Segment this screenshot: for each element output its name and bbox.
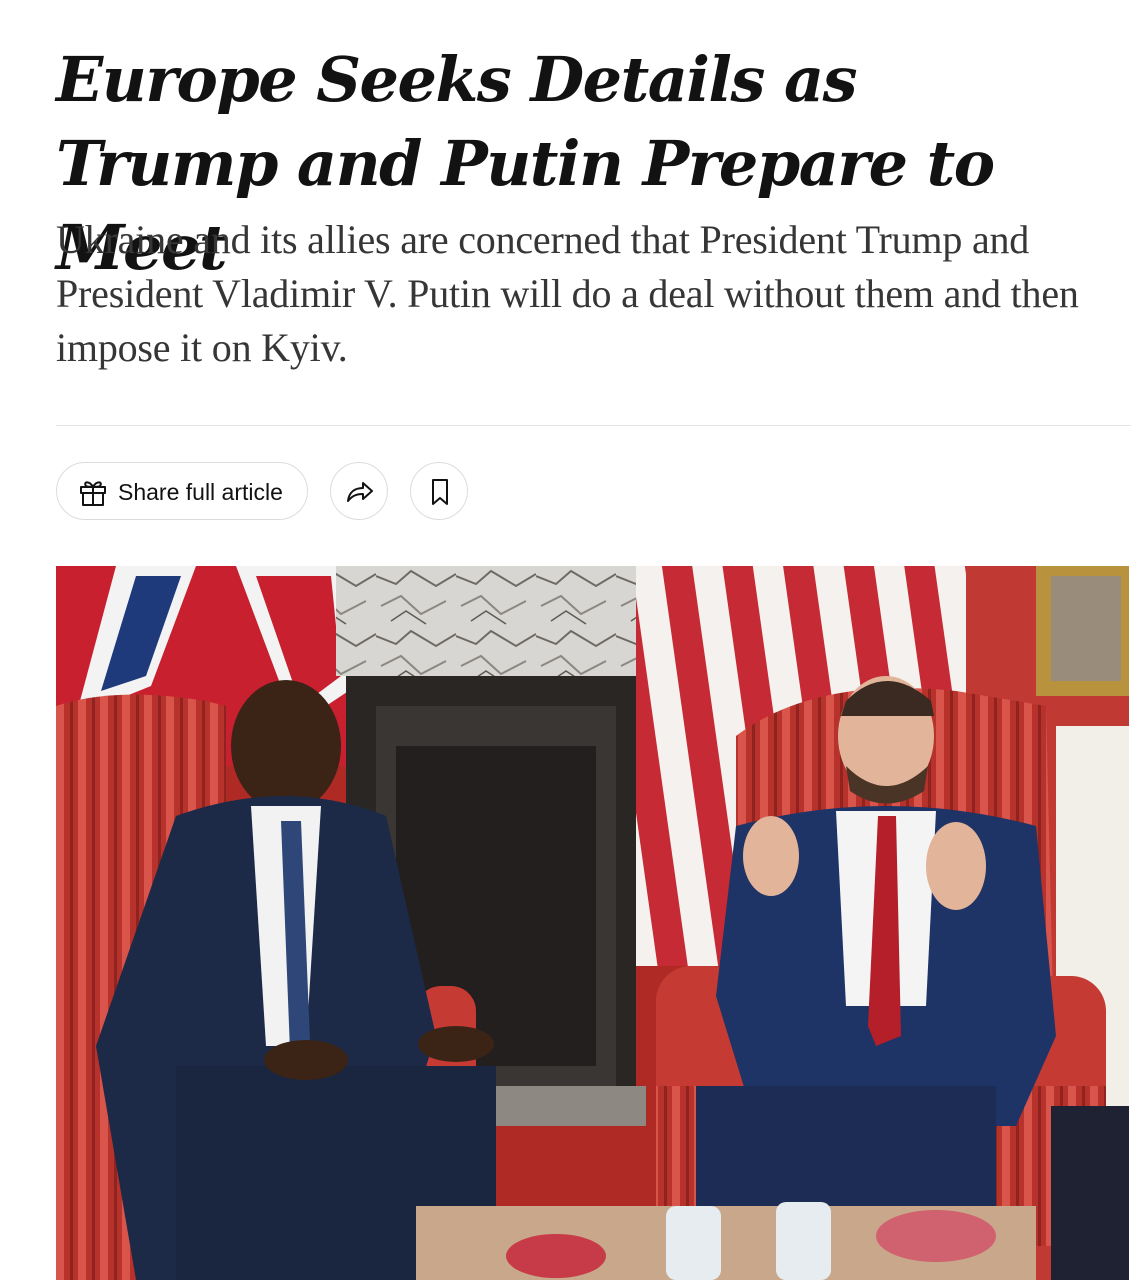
article: Europe Seeks Details as Trump and Putin …: [56, 0, 1141, 1280]
divider: [56, 425, 1131, 426]
share-button[interactable]: [330, 462, 388, 520]
share-full-article-button[interactable]: Share full article: [56, 462, 308, 520]
share-toolbar: Share full article: [56, 462, 556, 522]
bookmark-button[interactable]: [410, 462, 468, 520]
share-full-article-label: Share full article: [118, 479, 283, 505]
gift-icon: [77, 476, 109, 508]
lead-photo: [56, 566, 1129, 1280]
article-summary: Ukraine and its allies are concerned tha…: [56, 217, 1079, 370]
bookmark-icon: [432, 479, 448, 505]
share-arrow-icon: [347, 482, 373, 502]
